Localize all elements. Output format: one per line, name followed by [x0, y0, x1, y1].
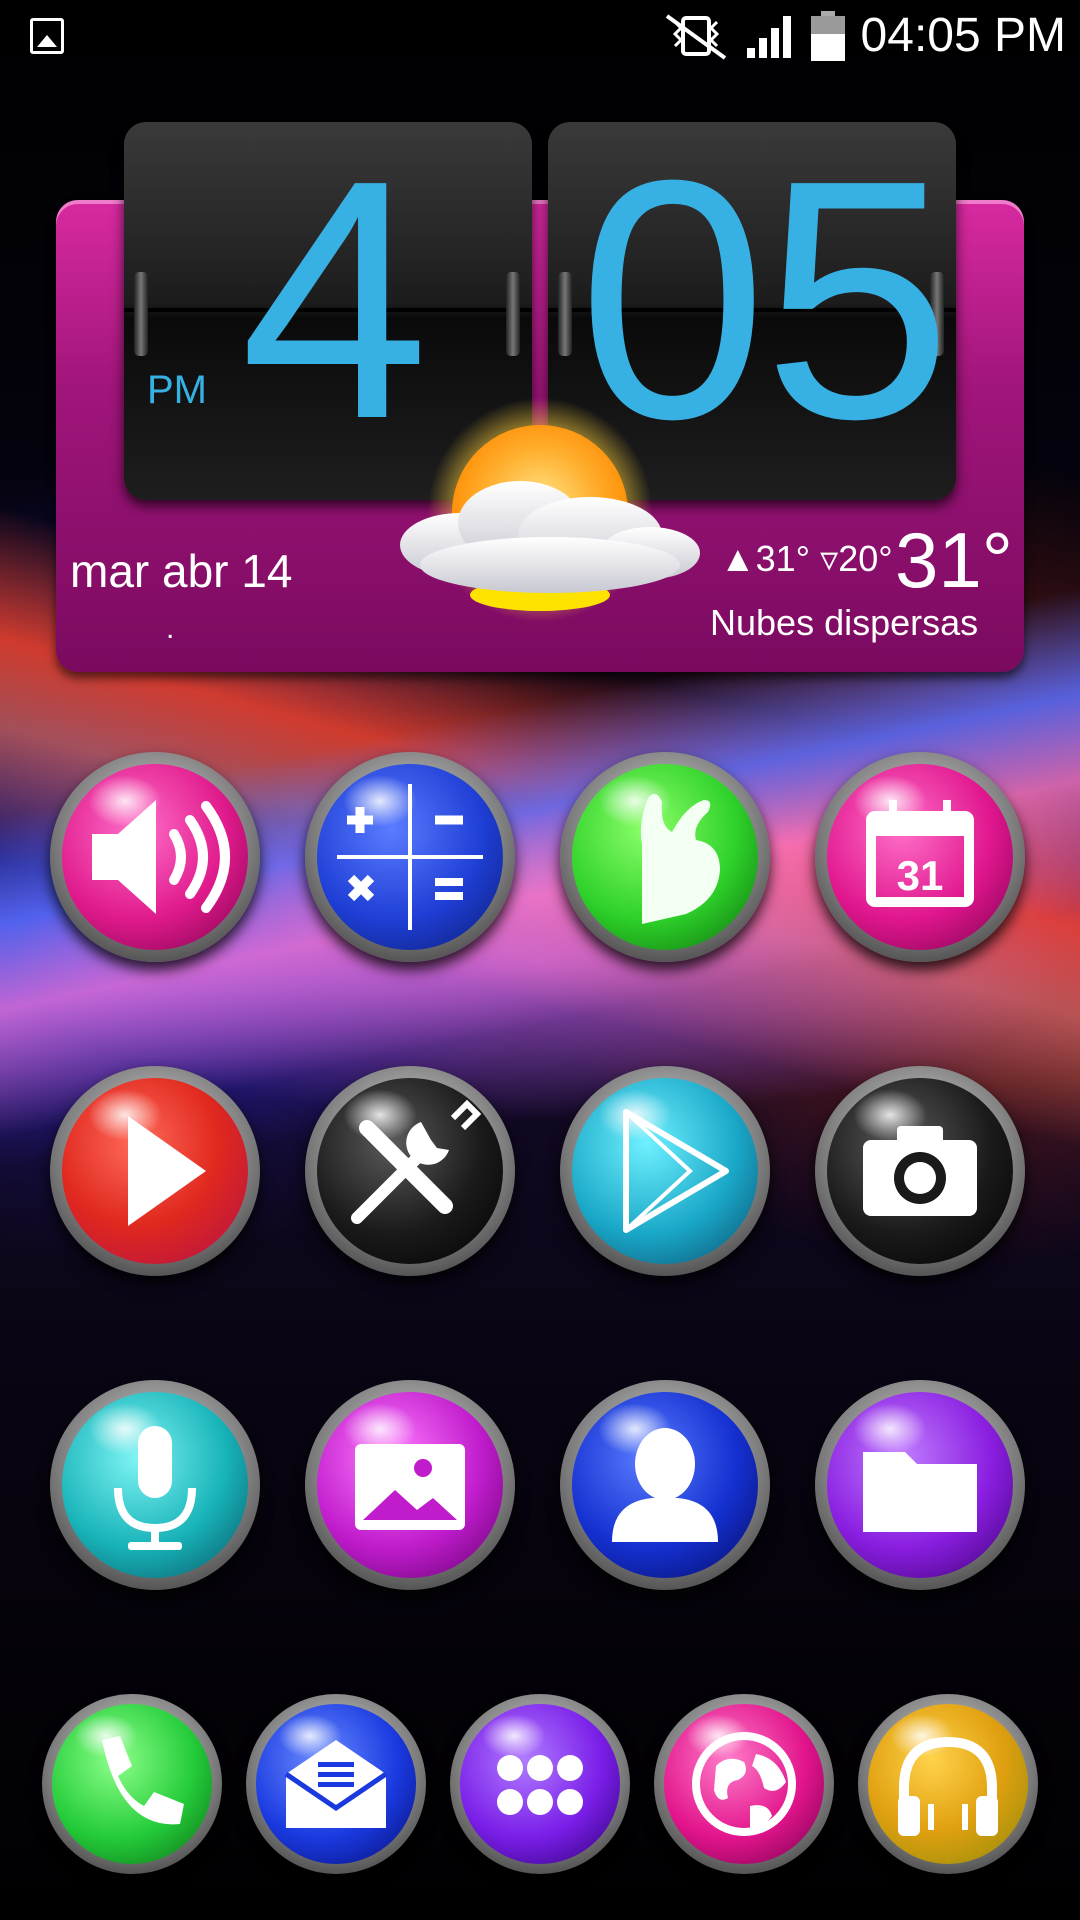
status-bar: 04:05 PM [0, 0, 1080, 72]
low-arrow-icon: ▿ [820, 538, 839, 579]
app-disc [62, 764, 248, 950]
app-disc [827, 1392, 1013, 1578]
calendar-day: 31 [897, 852, 944, 899]
app-disc [317, 764, 503, 950]
status-time: 04:05 PM [860, 9, 1066, 62]
high-temp: 31° [755, 538, 811, 579]
battery-icon [809, 10, 847, 62]
image-notification-icon[interactable] [30, 18, 64, 54]
weather-condition: Nubes dispersas [710, 602, 979, 643]
app-disc [62, 1078, 248, 1264]
app-disc [868, 1704, 1028, 1864]
app-disc [256, 1704, 416, 1864]
apps-grid-icon [497, 1755, 583, 1815]
app-disc [664, 1704, 824, 1864]
high-arrow-icon: ▲ [720, 538, 756, 579]
hinge [506, 272, 520, 356]
microphone-icon [114, 1426, 196, 1550]
app-disc: 31 [827, 764, 1013, 950]
tools-icon [351, 1099, 482, 1224]
play-icon [128, 1116, 206, 1226]
signal-icon [745, 12, 795, 60]
app-disc [572, 764, 758, 950]
app-settings[interactable] [305, 1066, 515, 1276]
current-temp[interactable]: 31° [895, 518, 1013, 602]
app-play-store[interactable] [560, 1066, 770, 1276]
dock-browser[interactable] [654, 1694, 834, 1874]
calculator-icon [337, 784, 483, 930]
dock-app-drawer[interactable] [450, 1694, 630, 1874]
camera-icon [863, 1126, 977, 1216]
app-disc [460, 1704, 620, 1864]
play-store-icon [623, 1109, 729, 1233]
app-disc [62, 1392, 248, 1578]
app-calendar[interactable]: 31 [815, 752, 1025, 962]
app-camera[interactable] [815, 1066, 1025, 1276]
headphones-icon [898, 1736, 998, 1836]
app-contacts[interactable] [560, 1380, 770, 1590]
app-calculator[interactable] [305, 752, 515, 962]
low-temp: 20° [838, 538, 893, 579]
high-low-temps: ▲31° ▿20° [720, 538, 893, 580]
hinge [558, 272, 572, 356]
app-files[interactable] [815, 1380, 1025, 1590]
app-video-player[interactable] [50, 1066, 260, 1276]
contact-icon [612, 1428, 718, 1542]
dock-music[interactable] [858, 1694, 1038, 1874]
email-icon [284, 1740, 388, 1828]
app-disc [52, 1704, 212, 1864]
app-disc [572, 1392, 758, 1578]
app-disc [317, 1392, 503, 1578]
folder-icon [863, 1452, 977, 1532]
partly-cloudy-sun-icon[interactable] [350, 395, 730, 625]
vibrate-mute-icon [661, 12, 731, 60]
speaker-icon [92, 800, 230, 914]
dock-email[interactable] [246, 1694, 426, 1874]
clock-ampm: PM [147, 368, 207, 412]
dock-phone[interactable] [42, 1694, 222, 1874]
hinge [134, 272, 148, 356]
app-disc [317, 1078, 503, 1264]
app-disc [827, 1078, 1013, 1264]
calendar-icon: 31 [866, 800, 974, 907]
widget-date[interactable]: mar abr 14 [70, 544, 292, 598]
ok-hand-icon [640, 793, 720, 924]
app-gesture[interactable] [560, 752, 770, 962]
picture-icon [355, 1444, 465, 1530]
widget-dot: . [166, 612, 175, 645]
app-volume[interactable] [50, 752, 260, 962]
app-disc [572, 1078, 758, 1264]
globe-icon [692, 1732, 796, 1836]
app-voice-recorder[interactable] [50, 1380, 260, 1590]
app-gallery[interactable] [305, 1380, 515, 1590]
phone-icon [102, 1736, 184, 1825]
